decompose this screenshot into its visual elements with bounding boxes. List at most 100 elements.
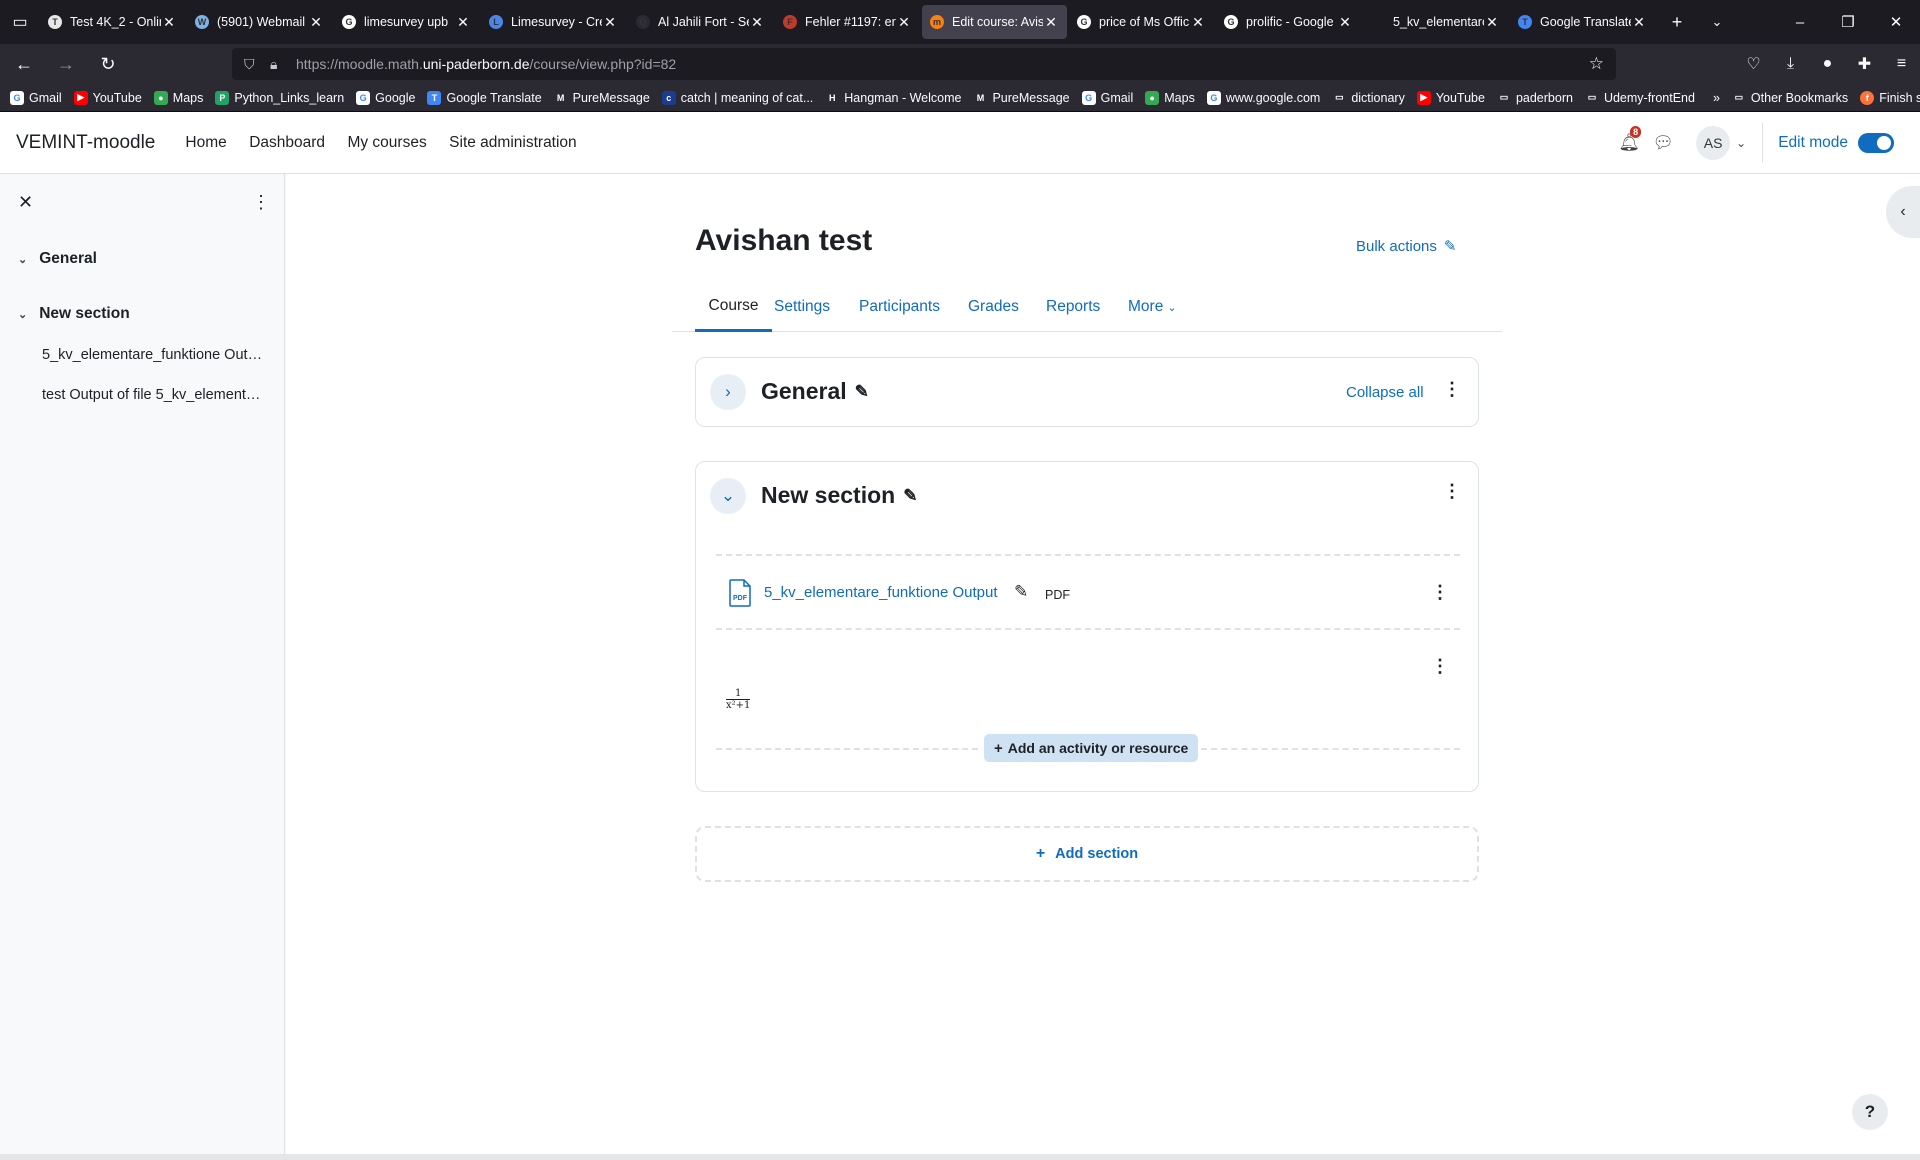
help-question-icon[interactable]: ? (1852, 1094, 1888, 1130)
bookmark-item[interactable]: G Gmail (10, 90, 62, 105)
tab-list-icon[interactable]: ▭ (0, 0, 40, 44)
tab-overflow-chevron-icon[interactable]: ⌄ (1697, 0, 1737, 44)
back-icon[interactable]: ← (6, 48, 42, 80)
bookmark-item[interactable]: M PureMessage (973, 90, 1070, 105)
drawer-activity-item[interactable]: 5_kv_elementare_funktione Output (42, 347, 267, 363)
browser-tab[interactable]: T Google Translate ✕ (1510, 5, 1655, 39)
edit-mode-toggle[interactable] (1858, 132, 1894, 153)
bookmark-item[interactable]: G Google (356, 90, 415, 105)
add-activity-button[interactable]: + Add an activity or resource (984, 734, 1199, 762)
user-menu-chevron-icon[interactable]: ⌄ (1736, 136, 1746, 150)
nav-dashboard[interactable]: Dashboard (249, 134, 325, 151)
bookmark-item[interactable]: G Gmail (1081, 90, 1133, 105)
tab-grades[interactable]: Grades (968, 282, 1019, 332)
add-section-button[interactable]: + Add section (695, 826, 1479, 882)
edit-activity-pencil-icon[interactable]: ✎ (1014, 582, 1028, 602)
close-tab-icon[interactable]: ✕ (161, 14, 177, 31)
messages-icon[interactable]: 💬︎ (1646, 133, 1680, 153)
browser-tab[interactable]: Gprolific - Google ✕ (1216, 5, 1361, 39)
bookmark-star-icon[interactable]: ☆ (1589, 54, 1604, 74)
tab-more[interactable]: More ⌄ (1128, 282, 1177, 332)
collapse-all-link[interactable]: Collapse all (1346, 384, 1424, 401)
restore-icon[interactable]: ❐ (1824, 0, 1872, 44)
user-avatar[interactable]: AS (1696, 125, 1731, 160)
bookmark-item[interactable]: P Python_Links_learn (215, 90, 344, 105)
nav-home[interactable]: Home (185, 134, 226, 151)
browser-tab[interactable]: W (5901) Webmail ✕ (187, 5, 332, 39)
close-tab-icon[interactable]: ✕ (1043, 14, 1059, 31)
new-tab-icon[interactable]: + (1657, 0, 1697, 44)
bookmarks-overflow-icon[interactable]: » (1713, 91, 1720, 105)
browser-tab[interactable]: 5_kv_elementare ✕ (1363, 5, 1508, 39)
bookmark-item[interactable]: Gwww.google.com (1206, 90, 1320, 105)
tab-reports[interactable]: Reports (1046, 282, 1100, 332)
minimize-icon[interactable]: – (1776, 0, 1824, 44)
pocket-icon[interactable]: ♡ (1735, 54, 1772, 74)
bookmark-item[interactable]: ▭ Udemy-frontEnd (1584, 90, 1695, 105)
tab-settings[interactable]: Settings (774, 282, 830, 332)
nav-my-courses[interactable]: My courses (347, 134, 426, 151)
browser-tab[interactable]: T Test 4K_2 - Onlin ✕ (40, 5, 185, 39)
downloads-icon[interactable]: ⤓ (1772, 55, 1809, 73)
drawer-section-new-section[interactable]: ⌄ New section (18, 305, 130, 323)
other-bookmarks[interactable]: ▭ Other Bookmarks (1732, 91, 1849, 105)
close-tab-icon[interactable]: ✕ (1337, 14, 1353, 31)
activity-kebab-icon[interactable]: ⋮ (1431, 582, 1449, 603)
edit-title-pencil-icon[interactable]: ✎ (855, 382, 869, 402)
tab-participants[interactable]: Participants (859, 282, 940, 332)
close-tab-icon[interactable]: ✕ (749, 14, 765, 31)
site-name[interactable]: VEMINT-moodle (16, 132, 155, 154)
notifications-bell-icon[interactable]: 🔔︎ 8 (1612, 125, 1646, 153)
section-name[interactable]: General (761, 378, 847, 405)
chevron-down-icon[interactable]: ⌄ (18, 253, 27, 266)
close-tab-icon[interactable]: ✕ (1190, 14, 1206, 31)
close-tab-icon[interactable]: ✕ (602, 14, 618, 31)
finish-setup[interactable]: f Finish setup (1860, 90, 1920, 105)
section-name[interactable]: New section (761, 482, 895, 509)
collapse-chevron-down-icon[interactable]: ⌄ (710, 478, 746, 514)
section-kebab-icon[interactable]: ⋮ (1443, 379, 1461, 400)
forward-icon[interactable]: → (48, 48, 84, 80)
shield-icon[interactable]: ⛉ (244, 56, 270, 73)
expand-chevron-right-icon[interactable]: › (710, 374, 746, 410)
bookmark-item[interactable]: ▶ YouTube (1416, 90, 1485, 105)
bookmark-item[interactable]: ● Maps (1145, 90, 1195, 105)
close-tab-icon[interactable]: ✕ (896, 14, 912, 31)
close-drawer-icon[interactable]: ✕ (18, 192, 33, 213)
bookmark-item[interactable]: c catch | meaning of cat... (661, 90, 813, 105)
drawer-options-kebab-icon[interactable]: ⋮ (252, 192, 270, 213)
section-kebab-icon[interactable]: ⋮ (1443, 481, 1461, 502)
activity-link-pdf[interactable]: 5_kv_elementare_funktione Output (764, 584, 998, 601)
browser-tab[interactable]: Q Al Jahili Fort - Se ✕ (628, 5, 773, 39)
close-tab-icon[interactable]: ✕ (1484, 14, 1500, 31)
close-tab-icon[interactable]: ✕ (455, 14, 471, 31)
browser-tab[interactable]: L Limesurvey - Cre ✕ (481, 5, 626, 39)
chevron-down-icon[interactable]: ⌄ (18, 308, 27, 321)
bookmark-item[interactable]: T Google Translate (427, 90, 542, 105)
nav-site-administration[interactable]: Site administration (449, 134, 577, 151)
browser-tab[interactable]: Gprice of Ms Offic ✕ (1069, 5, 1214, 39)
lock-icon[interactable]: 🔒︎ (270, 56, 296, 73)
bulk-actions-button[interactable]: Bulk actions ✎ (1356, 237, 1456, 256)
drawer-section-general[interactable]: ⌄ General (18, 250, 97, 268)
tab-course[interactable]: Course (695, 282, 772, 332)
bookmark-item[interactable]: ▶ YouTube (73, 90, 142, 105)
extensions-icon[interactable]: ✚ (1846, 54, 1883, 74)
bookmark-item[interactable]: ● Maps (153, 90, 203, 105)
bookmark-item[interactable]: M PureMessage (553, 90, 650, 105)
account-icon[interactable]: ● (1809, 55, 1846, 73)
bookmark-item[interactable]: ▭ paderborn (1496, 90, 1573, 105)
close-tab-icon[interactable]: ✕ (1631, 14, 1647, 31)
bookmark-item[interactable]: H Hangman - Welcome (825, 90, 961, 105)
bookmark-item[interactable]: ▭ dictionary (1332, 90, 1405, 105)
label-kebab-icon[interactable]: ⋮ (1431, 656, 1449, 677)
browser-tab[interactable]: m Edit course: Avish ✕ (922, 5, 1067, 39)
browser-tab[interactable]: Glimesurvey upb ✕ (334, 5, 479, 39)
menu-icon[interactable]: ≡ (1883, 55, 1920, 73)
close-tab-icon[interactable]: ✕ (308, 14, 324, 31)
url-bar[interactable]: ⛉ 🔒︎ https://moodle.math.uni-paderborn.d… (232, 48, 1616, 80)
browser-tab[interactable]: F Fehler #1197: err ✕ (775, 5, 920, 39)
reload-icon[interactable]: ↻ (90, 48, 126, 80)
edit-title-pencil-icon[interactable]: ✎ (903, 486, 917, 506)
drawer-activity-item[interactable]: test Output of file 5_kv_elementare_funk… (42, 387, 267, 403)
